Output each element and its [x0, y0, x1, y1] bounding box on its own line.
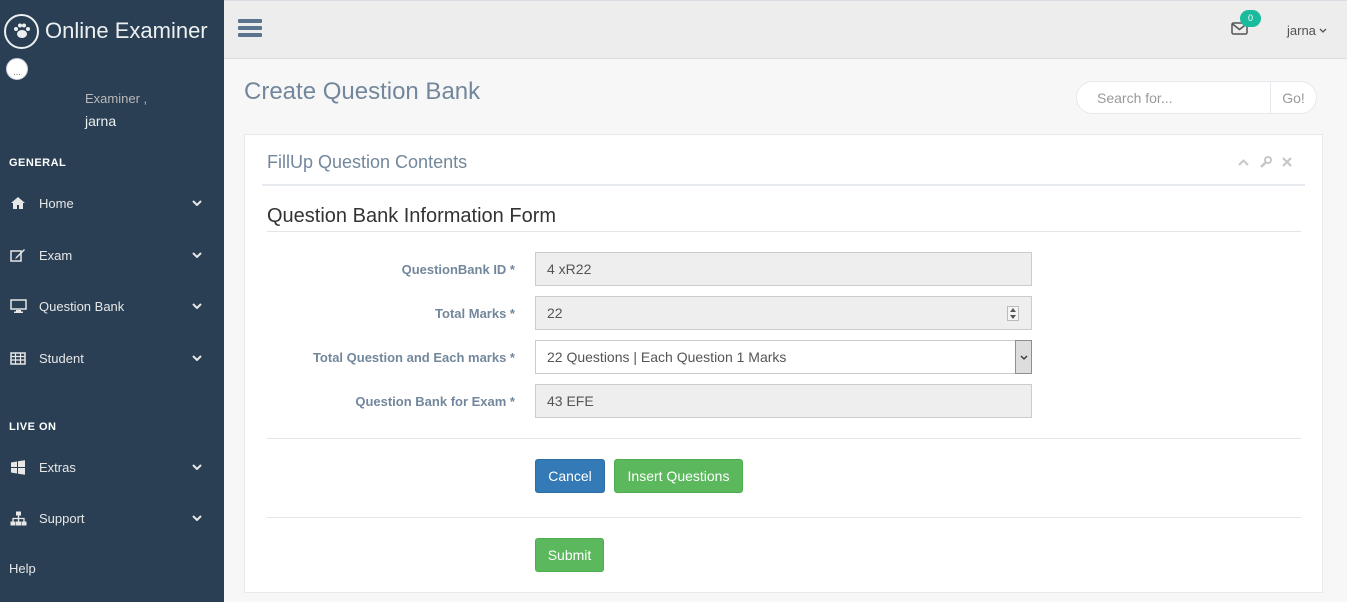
chevron-down-icon [192, 515, 202, 521]
spin-down-icon [1010, 314, 1016, 319]
spin-up-icon [1010, 308, 1016, 313]
search-input[interactable] [1077, 82, 1270, 113]
total-marks-field[interactable]: 22 [535, 296, 1032, 330]
sidebar-item-support[interactable]: Support [0, 496, 224, 540]
total-question-value: 22 Questions | Each Question 1 Marks [547, 349, 787, 365]
sidebar-item-label: Student [39, 350, 84, 366]
sidebar-help-link[interactable]: Help [9, 561, 36, 576]
sidebar-item-question-bank[interactable]: Question Bank [0, 284, 224, 328]
submit-button[interactable]: Submit [535, 538, 604, 572]
questionbank-id-field[interactable]: 4 xR22 [535, 252, 1032, 286]
profile-name: jarna [85, 113, 117, 129]
form-divider [267, 438, 1301, 439]
menu-toggle-icon[interactable] [238, 19, 262, 41]
panel-title: FillUp Question Contents [267, 152, 468, 172]
edit-icon [9, 248, 27, 262]
total-question-label: Total Question and Each marks * [312, 350, 515, 365]
sidebar-item-home[interactable]: Home [0, 181, 224, 225]
form-title: Question Bank Information Form [267, 205, 557, 227]
sidebar-item-extras[interactable]: Extras [0, 445, 224, 489]
chevron-down-icon [192, 464, 202, 470]
exam-label: Question Bank for Exam * [355, 394, 515, 409]
sidebar-item-student[interactable]: Student [0, 336, 224, 380]
questionbank-id-value: 4 xR22 [547, 261, 592, 277]
chevron-down-icon [192, 355, 202, 361]
sidebar-item-label: Question Bank [39, 298, 125, 314]
avatar: ... [6, 58, 28, 80]
chevron-down-icon [1319, 28, 1327, 33]
sidebar: Online Examiner ... Examiner , jarna GEN… [0, 0, 224, 602]
close-icon[interactable] [1280, 155, 1294, 169]
chevron-down-icon [192, 252, 202, 258]
total-question-select[interactable]: 22 Questions | Each Question 1 Marks [535, 340, 1032, 374]
wrench-icon[interactable] [1258, 155, 1272, 169]
search-group: Go! [1076, 81, 1317, 114]
exam-field[interactable]: 43 EFE [535, 384, 1032, 418]
form-divider [267, 517, 1301, 518]
form-panel: FillUp Question Contents Question Bank I… [244, 134, 1323, 593]
total-marks-value: 22 [547, 305, 563, 321]
brand[interactable]: Online Examiner [4, 12, 208, 50]
section-title-live-on: LIVE ON [9, 421, 57, 433]
form-title-divider [267, 231, 1301, 232]
paw-icon [4, 13, 39, 49]
sidebar-item-label: Home [39, 195, 74, 211]
sidebar-item-label: Support [39, 510, 85, 526]
panel-divider [262, 184, 1305, 186]
user-menu[interactable]: jarna [1287, 23, 1327, 38]
page-title: Create Question Bank [244, 78, 481, 105]
sidebar-item-exam[interactable]: Exam [0, 233, 224, 277]
profile-role: Examiner , [85, 91, 148, 106]
windows-icon [9, 459, 27, 475]
questionbank-id-label: QuestionBank ID * [401, 262, 515, 277]
exam-value: 43 EFE [547, 393, 594, 409]
app-title: Online Examiner [45, 18, 208, 43]
chevron-down-icon [192, 200, 202, 206]
desktop-icon [9, 299, 27, 313]
chevron-up-icon[interactable] [1236, 155, 1250, 169]
user-menu-name: jarna [1287, 23, 1316, 38]
sitemap-icon [9, 511, 27, 526]
sidebar-item-label: Extras [39, 459, 76, 475]
section-title-general: GENERAL [9, 157, 67, 169]
top-nav: 0 jarna [224, 0, 1347, 59]
sidebar-item-label: Exam [39, 247, 73, 263]
search-go-button[interactable]: Go! [1270, 82, 1316, 113]
number-spinner[interactable] [1007, 306, 1019, 321]
chevron-down-icon [192, 303, 202, 309]
total-marks-label: Total Marks * [435, 306, 515, 321]
home-icon [9, 196, 27, 210]
cancel-button[interactable]: Cancel [535, 459, 605, 493]
panel-tools [1236, 155, 1294, 169]
table-icon [9, 351, 27, 365]
mail-badge: 0 [1240, 10, 1261, 27]
chevron-down-icon [1015, 340, 1032, 374]
insert-questions-button[interactable]: Insert Questions [614, 459, 743, 493]
